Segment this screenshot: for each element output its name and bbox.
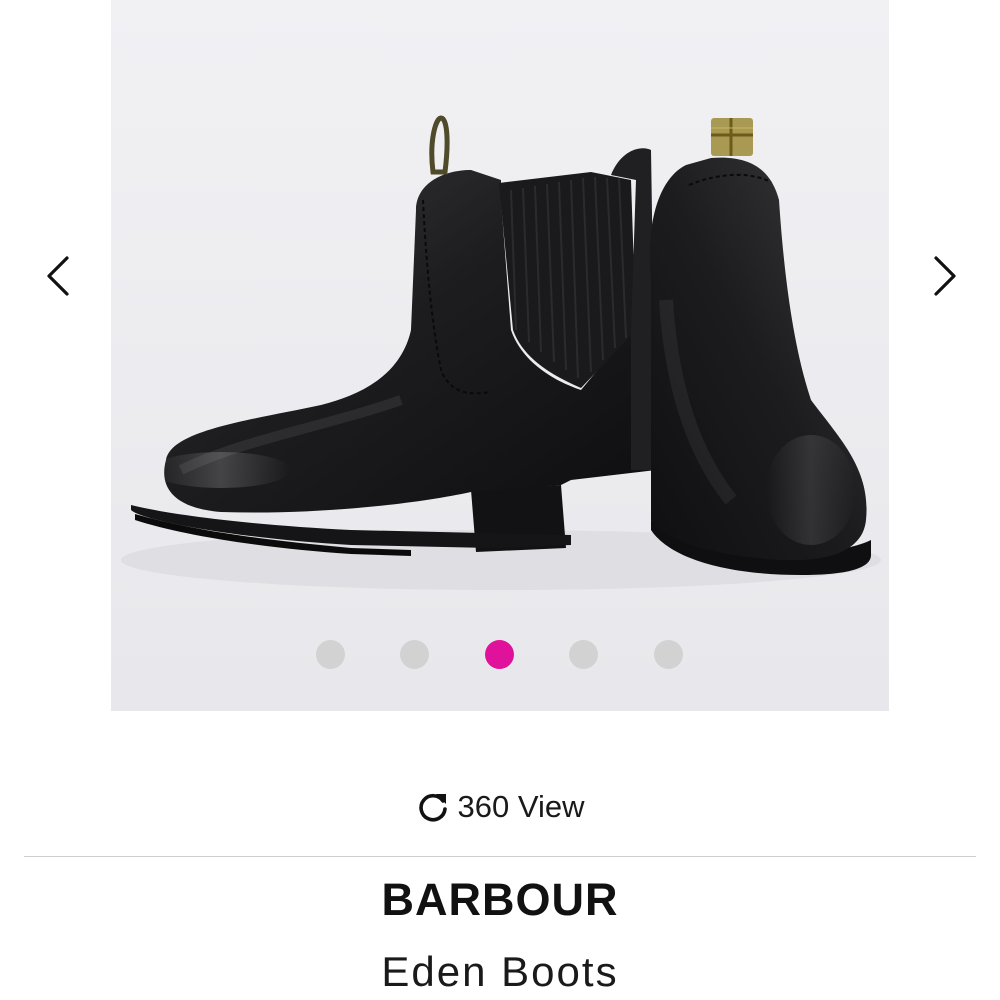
pagination-dot-2[interactable] xyxy=(400,640,429,669)
next-image-button[interactable] xyxy=(925,250,965,302)
product-image-gallery[interactable] xyxy=(111,0,889,711)
pagination-dot-5[interactable] xyxy=(654,640,683,669)
chevron-left-icon xyxy=(47,256,69,296)
pagination-dot-3-active[interactable] xyxy=(485,640,514,669)
product-page: 360 View BARBOUR Eden Boots xyxy=(0,0,1000,1000)
360-view-button[interactable]: 360 View xyxy=(0,785,1000,829)
gallery-pagination xyxy=(0,640,1000,670)
product-image xyxy=(111,0,889,711)
product-brand: BARBOUR xyxy=(381,874,619,925)
chevron-right-icon xyxy=(934,256,956,296)
pagination-dot-4[interactable] xyxy=(569,640,598,669)
section-divider xyxy=(24,856,976,857)
pagination-dot-1[interactable] xyxy=(316,640,345,669)
refresh-icon xyxy=(418,793,447,822)
360-view-label: 360 View xyxy=(457,789,585,824)
previous-image-button[interactable] xyxy=(38,250,78,302)
product-name: Eden Boots xyxy=(381,948,619,995)
